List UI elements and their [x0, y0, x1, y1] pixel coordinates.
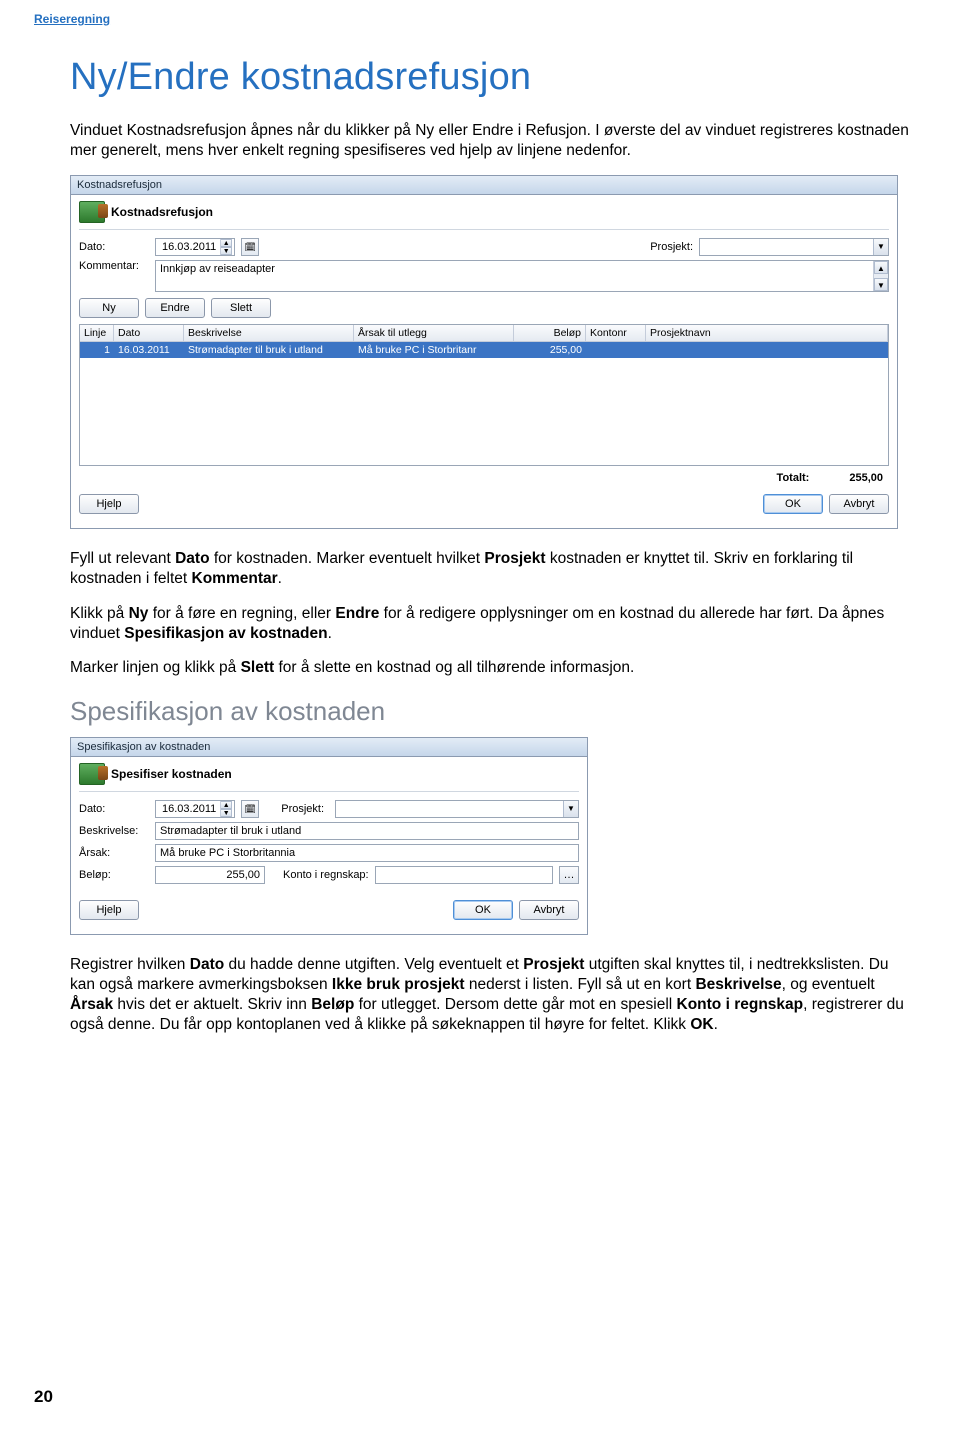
- dialog2-heading: Spesifiser kostnaden: [111, 767, 232, 781]
- totalt-label: Totalt:: [777, 472, 810, 484]
- para-3: Klikk på Ny for å føre en regning, eller…: [70, 604, 912, 644]
- col-arsak[interactable]: Årsak til utlegg: [354, 325, 514, 341]
- ny-button[interactable]: Ny: [79, 298, 139, 318]
- beskrivelse-label: Beskrivelse:: [79, 825, 149, 837]
- arsak-input[interactable]: Må bruke PC i Storbritannia: [155, 844, 579, 862]
- ok-button[interactable]: OK: [453, 900, 513, 920]
- dialog-icon: [79, 763, 105, 785]
- dato-value: 16.03.2011: [158, 803, 220, 815]
- hjelp-button[interactable]: Hjelp: [79, 900, 139, 920]
- belop-value: 255,00: [226, 869, 260, 881]
- avbryt-button[interactable]: Avbryt: [519, 900, 579, 920]
- cell-dato: 16.03.2011: [114, 342, 184, 358]
- dialog-icon: [79, 201, 105, 223]
- kommentar-input[interactable]: Innkjøp av reiseadapter ▲▼: [155, 260, 889, 292]
- dialog2-titlebar: Spesifikasjon av kostnaden: [71, 738, 587, 757]
- col-beskrivelse[interactable]: Beskrivelse: [184, 325, 354, 341]
- prosjekt-combo[interactable]: ▼: [699, 238, 889, 256]
- lines-grid: Linje Dato Beskrivelse Årsak til utlegg …: [79, 324, 889, 466]
- arsak-label: Årsak:: [79, 847, 149, 859]
- chevron-down-icon[interactable]: ▼: [563, 801, 578, 817]
- totalt-value: 255,00: [849, 472, 883, 484]
- intro-paragraph: Vinduet Kostnadsrefusjon åpnes når du kl…: [70, 121, 912, 161]
- col-kontonr[interactable]: Kontonr: [586, 325, 646, 341]
- hjelp-button[interactable]: Hjelp: [79, 494, 139, 514]
- beskrivelse-value: Strømadapter til bruk i utland: [160, 825, 301, 837]
- kommentar-value: Innkjøp av reiseadapter: [156, 261, 873, 291]
- col-prosjektnavn[interactable]: Prosjektnavn: [646, 325, 888, 341]
- dato-input[interactable]: 16.03.2011 ▲▼: [155, 800, 235, 818]
- avbryt-button[interactable]: Avbryt: [829, 494, 889, 514]
- search-icon[interactable]: …: [559, 866, 579, 884]
- spesifikasjon-dialog: Spesifikasjon av kostnaden Spesifiser ko…: [70, 737, 588, 935]
- col-belop[interactable]: Beløp: [514, 325, 586, 341]
- dato-label: Dato:: [79, 241, 149, 253]
- dato-value: 16.03.2011: [158, 241, 220, 253]
- endre-button[interactable]: Endre: [145, 298, 205, 318]
- page-number: 20: [34, 1387, 53, 1407]
- kostnadsrefusjon-dialog: Kostnadsrefusjon Kostnadsrefusjon Dato: …: [70, 175, 898, 529]
- date-spinner[interactable]: ▲▼: [220, 801, 232, 817]
- prosjekt-label: Prosjekt:: [638, 241, 693, 253]
- para-5: Registrer hvilken Dato du hadde denne ut…: [70, 955, 912, 1036]
- calendar-icon[interactable]: 🗓: [241, 800, 259, 818]
- konto-label: Konto i regnskap:: [283, 869, 369, 881]
- grid-header: Linje Dato Beskrivelse Årsak til utlegg …: [80, 325, 888, 342]
- para-2: Fyll ut relevant Dato for kostnaden. Mar…: [70, 549, 912, 589]
- beskrivelse-input[interactable]: Strømadapter til bruk i utland: [155, 822, 579, 840]
- cell-beskrivelse: Strømadapter til bruk i utland: [184, 342, 354, 358]
- dialog-titlebar: Kostnadsrefusjon: [71, 176, 897, 195]
- belop-input[interactable]: 255,00: [155, 866, 265, 884]
- cell-belop: 255,00: [514, 342, 586, 358]
- cell-arsak: Må bruke PC i Storbritanr: [354, 342, 514, 358]
- spec-heading: Spesifikasjon av kostnaden: [70, 696, 912, 727]
- belop-label: Beløp:: [79, 869, 149, 881]
- konto-input[interactable]: [375, 866, 553, 884]
- chevron-down-icon[interactable]: ▼: [873, 239, 888, 255]
- dato-input[interactable]: 16.03.2011 ▲▼: [155, 238, 235, 256]
- scrollbar[interactable]: ▲▼: [873, 261, 888, 291]
- grid-row[interactable]: 1 16.03.2011 Strømadapter til bruk i utl…: [80, 342, 888, 358]
- date-spinner[interactable]: ▲▼: [220, 239, 232, 255]
- cell-linje: 1: [80, 342, 114, 358]
- col-linje[interactable]: Linje: [80, 325, 114, 341]
- prosjekt-combo[interactable]: ▼: [335, 800, 579, 818]
- dialog-heading: Kostnadsrefusjon: [111, 205, 213, 219]
- dato-label: Dato:: [79, 803, 149, 815]
- kommentar-label: Kommentar:: [79, 260, 149, 272]
- slett-button[interactable]: Slett: [211, 298, 271, 318]
- ok-button[interactable]: OK: [763, 494, 823, 514]
- col-dato[interactable]: Dato: [114, 325, 184, 341]
- cell-prosjektnavn: [646, 342, 888, 358]
- arsak-value: Må bruke PC i Storbritannia: [160, 847, 295, 859]
- calendar-icon[interactable]: 🗓: [241, 238, 259, 256]
- prosjekt-label: Prosjekt:: [281, 803, 329, 815]
- page-header: Reiseregning: [0, 0, 960, 26]
- cell-kontonr: [586, 342, 646, 358]
- page-title: Ny/Endre kostnadsrefusjon: [70, 56, 912, 99]
- para-4: Marker linjen og klikk på Slett for å sl…: [70, 658, 912, 678]
